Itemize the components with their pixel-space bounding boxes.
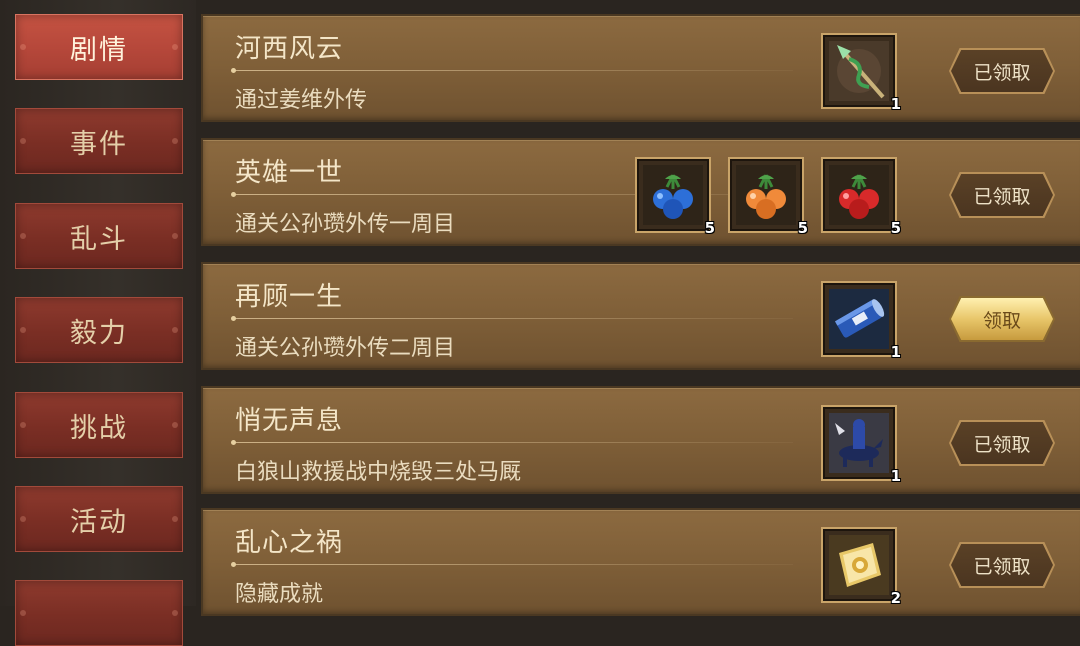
reward-slot[interactable]: 2 xyxy=(821,527,901,607)
divider xyxy=(231,562,793,567)
reward-slot[interactable]: 5 xyxy=(821,157,901,237)
achievement-title: 悄无声息 xyxy=(235,406,344,436)
tab-activity[interactable]: 活动 xyxy=(15,486,183,552)
divider xyxy=(231,68,793,73)
cavalry-icon xyxy=(829,413,889,473)
tab-label: 剧情 xyxy=(70,34,128,66)
tab-challenge[interactable]: 挑战 xyxy=(15,392,183,458)
gold-ingot-icon xyxy=(829,535,889,595)
tab-label: 事件 xyxy=(70,128,128,160)
tab-label: 活动 xyxy=(70,506,128,538)
claimed-button[interactable]: 已领取 xyxy=(951,50,1053,92)
achievement-title: 乱心之祸 xyxy=(235,528,344,558)
reward-count: 1 xyxy=(890,467,901,485)
achievement-row: 再顾一生 通关公孙瓒外传二周目 1 领取 xyxy=(201,262,1080,370)
blue-fruit-icon xyxy=(643,165,703,225)
achievement-desc: 白狼山救援战中烧毁三处马厩 xyxy=(235,460,522,485)
achievement-title: 再顾一生 xyxy=(235,282,344,312)
reward-slot[interactable]: 5 xyxy=(728,157,808,237)
achievement-row: 乱心之祸 隐藏成就 2 已领取 xyxy=(201,508,1080,616)
achievement-desc: 通关公孙瓒外传二周目 xyxy=(235,336,456,361)
reward-slot[interactable]: 5 xyxy=(635,157,715,237)
divider xyxy=(231,440,793,445)
red-fruit-icon xyxy=(829,165,889,225)
spear-icon xyxy=(829,41,889,101)
achievement-title: 河西风云 xyxy=(235,34,344,64)
achievement-row: 悄无声息 白狼山救援战中烧毁三处马厩 1 已领取 xyxy=(201,386,1080,494)
tab-more[interactable] xyxy=(15,580,183,646)
achievement-desc: 通关公孙瓒外传一周目 xyxy=(235,212,456,237)
reward-slot[interactable]: 1 xyxy=(821,281,901,361)
reward-slot[interactable]: 1 xyxy=(821,405,901,485)
claim-button[interactable]: 领取 xyxy=(951,298,1053,340)
tab-perseverance[interactable]: 毅力 xyxy=(15,297,183,363)
divider xyxy=(231,316,793,321)
tab-events[interactable]: 事件 xyxy=(15,108,183,174)
tab-story[interactable]: 剧情 xyxy=(15,14,183,80)
tab-label: 乱斗 xyxy=(70,223,128,255)
achievement-desc: 通过姜维外传 xyxy=(235,88,368,113)
achievement-desc: 隐藏成就 xyxy=(235,582,324,607)
reward-count: 2 xyxy=(890,589,901,607)
tab-brawl[interactable]: 乱斗 xyxy=(15,203,183,269)
tab-label: 挑战 xyxy=(70,412,128,444)
reward-slot[interactable]: 1 xyxy=(821,33,901,113)
claimed-button[interactable]: 已领取 xyxy=(951,174,1053,216)
reward-count: 1 xyxy=(890,95,901,113)
orange-fruit-icon xyxy=(736,165,796,225)
reward-count: 5 xyxy=(890,219,901,237)
scroll-icon xyxy=(829,289,889,349)
achievement-row: 河西风云 通过姜维外传 1 已领取 xyxy=(201,14,1080,122)
claimed-button[interactable]: 已领取 xyxy=(951,544,1053,586)
achievement-list: 河西风云 通过姜维外传 1 已领取 英雄一世 通关公孙瓒外传一周目 5 5 5 … xyxy=(196,0,1080,616)
category-sidebar: 剧情 事件 乱斗 毅力 挑战 活动 xyxy=(0,0,196,646)
claimed-button[interactable]: 已领取 xyxy=(951,422,1053,464)
achievement-row: 英雄一世 通关公孙瓒外传一周目 5 5 5 已领取 xyxy=(201,138,1080,246)
reward-count: 5 xyxy=(797,219,808,237)
tab-label: 毅力 xyxy=(70,317,128,349)
reward-count: 5 xyxy=(704,219,715,237)
reward-count: 1 xyxy=(890,343,901,361)
achievement-title: 英雄一世 xyxy=(235,158,344,188)
